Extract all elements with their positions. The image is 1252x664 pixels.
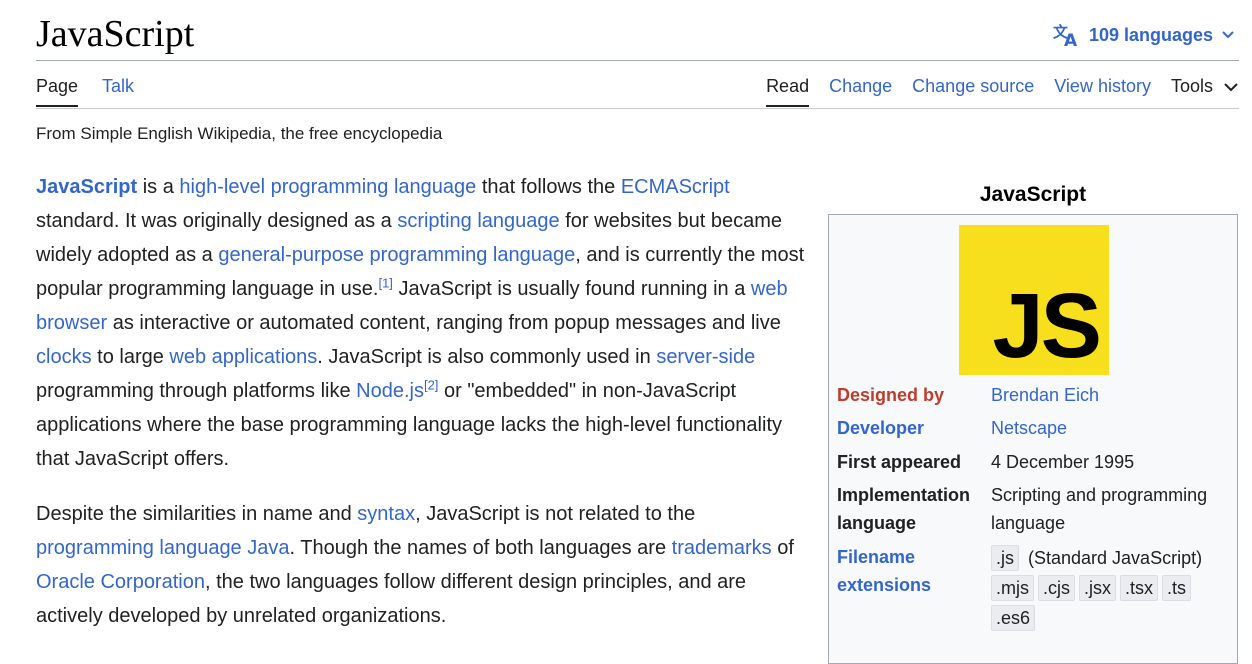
page-title: JavaScript <box>36 13 195 55</box>
first-appeared-value: 4 December 1995 <box>991 452 1135 472</box>
reference-1[interactable]: [1] <box>378 275 392 290</box>
tab-talk[interactable]: Talk <box>102 76 134 107</box>
link-web-applications[interactable]: web applications <box>169 346 317 368</box>
extension-code: .cjs <box>1038 575 1075 601</box>
view-tabs: Read Change Change source View history T… <box>766 76 1239 107</box>
site-tagline: From Simple English Wikipedia, the free … <box>36 124 443 143</box>
chevron-down-icon <box>1223 76 1239 97</box>
paragraph-2: Despite the similarities in name and syn… <box>36 497 808 633</box>
link-oracle[interactable]: Oracle Corporation <box>36 571 205 593</box>
link-trademarks[interactable]: trademarks <box>672 537 772 559</box>
infobox-row-first-appeared: First appeared 4 December 1995 <box>837 448 1233 476</box>
article-body: JavaScript is a high-level programming l… <box>36 170 808 654</box>
text: to large <box>91 346 170 368</box>
tools-menu[interactable]: Tools <box>1171 76 1239 107</box>
extensions-label[interactable]: Filename extensions <box>837 543 991 633</box>
text: standard. It was originally designed as … <box>36 210 398 232</box>
infobox-row-developer: Developer Netscape <box>837 414 1233 442</box>
infobox: JS Designed by Brendan Eich Developer Ne… <box>828 214 1238 664</box>
designed-by-label[interactable]: Designed by <box>837 381 991 409</box>
text: that follows the <box>476 176 621 198</box>
text: of <box>771 537 794 559</box>
designed-by-link[interactable]: Brendan Eich <box>991 385 1099 405</box>
extension-code: .jsx <box>1079 575 1116 601</box>
infobox-row-designed-by: Designed by Brendan Eich <box>837 381 1233 409</box>
infobox-row-extensions: Filename extensions .js (Standard JavaSc… <box>837 543 1233 633</box>
chevron-down-icon <box>1221 30 1235 40</box>
extension-code: .mjs <box>991 575 1034 601</box>
tab-read[interactable]: Read <box>766 76 810 107</box>
text: , JavaScript is not related to the <box>415 503 696 525</box>
link-syntax[interactable]: syntax <box>357 503 415 525</box>
first-appeared-label: First appeared <box>837 452 962 472</box>
extension-code: .ts <box>1162 575 1192 601</box>
link-nodejs[interactable]: Node.js <box>356 380 424 402</box>
infobox-row-implementation: Implementation language Scripting and pr… <box>837 481 1233 537</box>
text: is a <box>137 176 180 198</box>
extensions-value: .js (Standard JavaScript) .mjs .cjs .jsx .t… <box>991 543 1231 633</box>
text: . Though the names of both languages are <box>289 537 672 559</box>
tab-view-history[interactable]: View history <box>1054 76 1151 107</box>
translate-icon: 文 A <box>1053 23 1081 47</box>
text: programming through platforms like <box>36 380 357 402</box>
extension-code: .js <box>991 545 1019 571</box>
javascript-logo[interactable]: JS <box>959 225 1109 377</box>
link-high-level-language[interactable]: high-level programming language <box>179 176 476 198</box>
link-clocks[interactable]: clocks <box>36 346 92 368</box>
link-scripting-language[interactable]: scripting language <box>397 210 559 232</box>
svg-text:A: A <box>1064 31 1078 47</box>
paragraph-1: JavaScript is a high-level programming l… <box>36 170 808 476</box>
languages-button[interactable]: 文 A 109 languages <box>1053 22 1235 48</box>
link-server-side[interactable]: server-side <box>656 346 755 368</box>
tabs-divider <box>36 108 1239 109</box>
title-divider <box>36 60 1239 61</box>
infobox-title: JavaScript <box>979 183 1087 206</box>
link-javascript[interactable]: JavaScript <box>36 176 137 198</box>
extension-code: .tsx <box>1120 575 1159 601</box>
tab-change[interactable]: Change <box>829 76 892 107</box>
tab-page[interactable]: Page <box>36 76 79 107</box>
text: . JavaScript is also commonly used in <box>317 346 657 368</box>
text: JavaScript is usually found running in a <box>392 278 751 300</box>
text: as interactive or automated content, ran… <box>107 312 781 334</box>
extension-code: .es6 <box>991 605 1036 631</box>
tab-change-source[interactable]: Change source <box>912 76 1034 107</box>
namespace-tabs: Page Talk <box>36 76 134 107</box>
link-general-purpose-language[interactable]: general-purpose programming language <box>218 244 575 266</box>
logo-text: JS <box>992 275 1102 377</box>
link-java[interactable]: programming language Java <box>36 537 290 559</box>
text: Despite the similarities in name and <box>36 503 358 525</box>
tools-label: Tools <box>1170 76 1213 96</box>
extension-note: (Standard JavaScript) <box>1023 548 1203 568</box>
implementation-label: Implementation language <box>837 485 971 533</box>
developer-link[interactable]: Netscape <box>991 418 1067 438</box>
developer-label[interactable]: Developer <box>837 414 991 442</box>
link-ecmascript[interactable]: ECMAScript <box>621 176 730 198</box>
reference-2[interactable]: [2] <box>424 377 438 392</box>
languages-label: 109 languages <box>1089 24 1214 45</box>
implementation-value: Scripting and programming language <box>991 485 1208 533</box>
